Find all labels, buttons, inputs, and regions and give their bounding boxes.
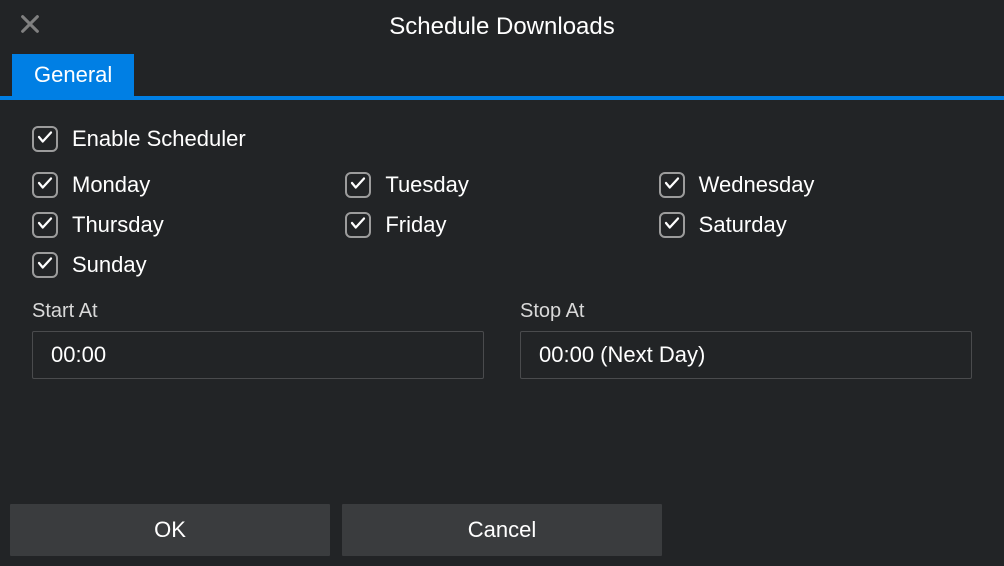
check-icon (663, 174, 681, 197)
cancel-button-label: Cancel (468, 517, 536, 543)
day-monday: Monday (32, 172, 345, 198)
tab-general[interactable]: General (12, 54, 134, 96)
content-panel: Enable Scheduler Monday Tuesday Wednesda… (0, 100, 1004, 504)
monday-label: Monday (72, 172, 150, 198)
check-icon (349, 214, 367, 237)
stop-at-field[interactable]: 00:00 (Next Day) (520, 331, 972, 379)
check-icon (36, 254, 54, 277)
start-at-label: Start At (32, 300, 484, 323)
time-row: Start At 00:00 Stop At 00:00 (Next Day) (32, 300, 972, 379)
saturday-checkbox[interactable] (659, 212, 685, 238)
check-icon (36, 128, 54, 151)
thursday-checkbox[interactable] (32, 212, 58, 238)
start-at-field[interactable]: 00:00 (32, 331, 484, 379)
sunday-label: Sunday (72, 252, 147, 278)
start-at-group: Start At 00:00 (32, 300, 484, 379)
close-button[interactable] (18, 14, 42, 38)
start-at-value: 00:00 (51, 342, 106, 368)
wednesday-label: Wednesday (699, 172, 815, 198)
day-wednesday: Wednesday (659, 172, 972, 198)
saturday-label: Saturday (699, 212, 787, 238)
day-saturday: Saturday (659, 212, 972, 238)
check-icon (663, 214, 681, 237)
close-icon (19, 13, 41, 40)
wednesday-checkbox[interactable] (659, 172, 685, 198)
check-icon (36, 214, 54, 237)
tuesday-checkbox[interactable] (345, 172, 371, 198)
dialog-title: Schedule Downloads (389, 13, 614, 41)
tuesday-label: Tuesday (385, 172, 469, 198)
enable-scheduler-row: Enable Scheduler (32, 126, 972, 152)
day-tuesday: Tuesday (345, 172, 658, 198)
check-icon (36, 174, 54, 197)
dialog-footer: OK Cancel (0, 504, 1004, 566)
enable-scheduler-label: Enable Scheduler (72, 126, 246, 152)
cancel-button[interactable]: Cancel (342, 504, 662, 556)
ok-button-label: OK (154, 517, 186, 543)
friday-label: Friday (385, 212, 446, 238)
enable-scheduler-checkbox[interactable] (32, 126, 58, 152)
stop-at-group: Stop At 00:00 (Next Day) (520, 300, 972, 379)
sunday-checkbox[interactable] (32, 252, 58, 278)
friday-checkbox[interactable] (345, 212, 371, 238)
days-grid: Monday Tuesday Wednesday Thursday Friday… (32, 172, 972, 278)
dialog-header: Schedule Downloads (0, 0, 1004, 54)
check-icon (349, 174, 367, 197)
tab-general-label: General (34, 62, 112, 88)
monday-checkbox[interactable] (32, 172, 58, 198)
stop-at-label: Stop At (520, 300, 972, 323)
day-thursday: Thursday (32, 212, 345, 238)
thursday-label: Thursday (72, 212, 164, 238)
stop-at-value: 00:00 (Next Day) (539, 342, 705, 368)
ok-button[interactable]: OK (10, 504, 330, 556)
day-friday: Friday (345, 212, 658, 238)
tab-bar: General (0, 54, 1004, 100)
day-sunday: Sunday (32, 252, 345, 278)
